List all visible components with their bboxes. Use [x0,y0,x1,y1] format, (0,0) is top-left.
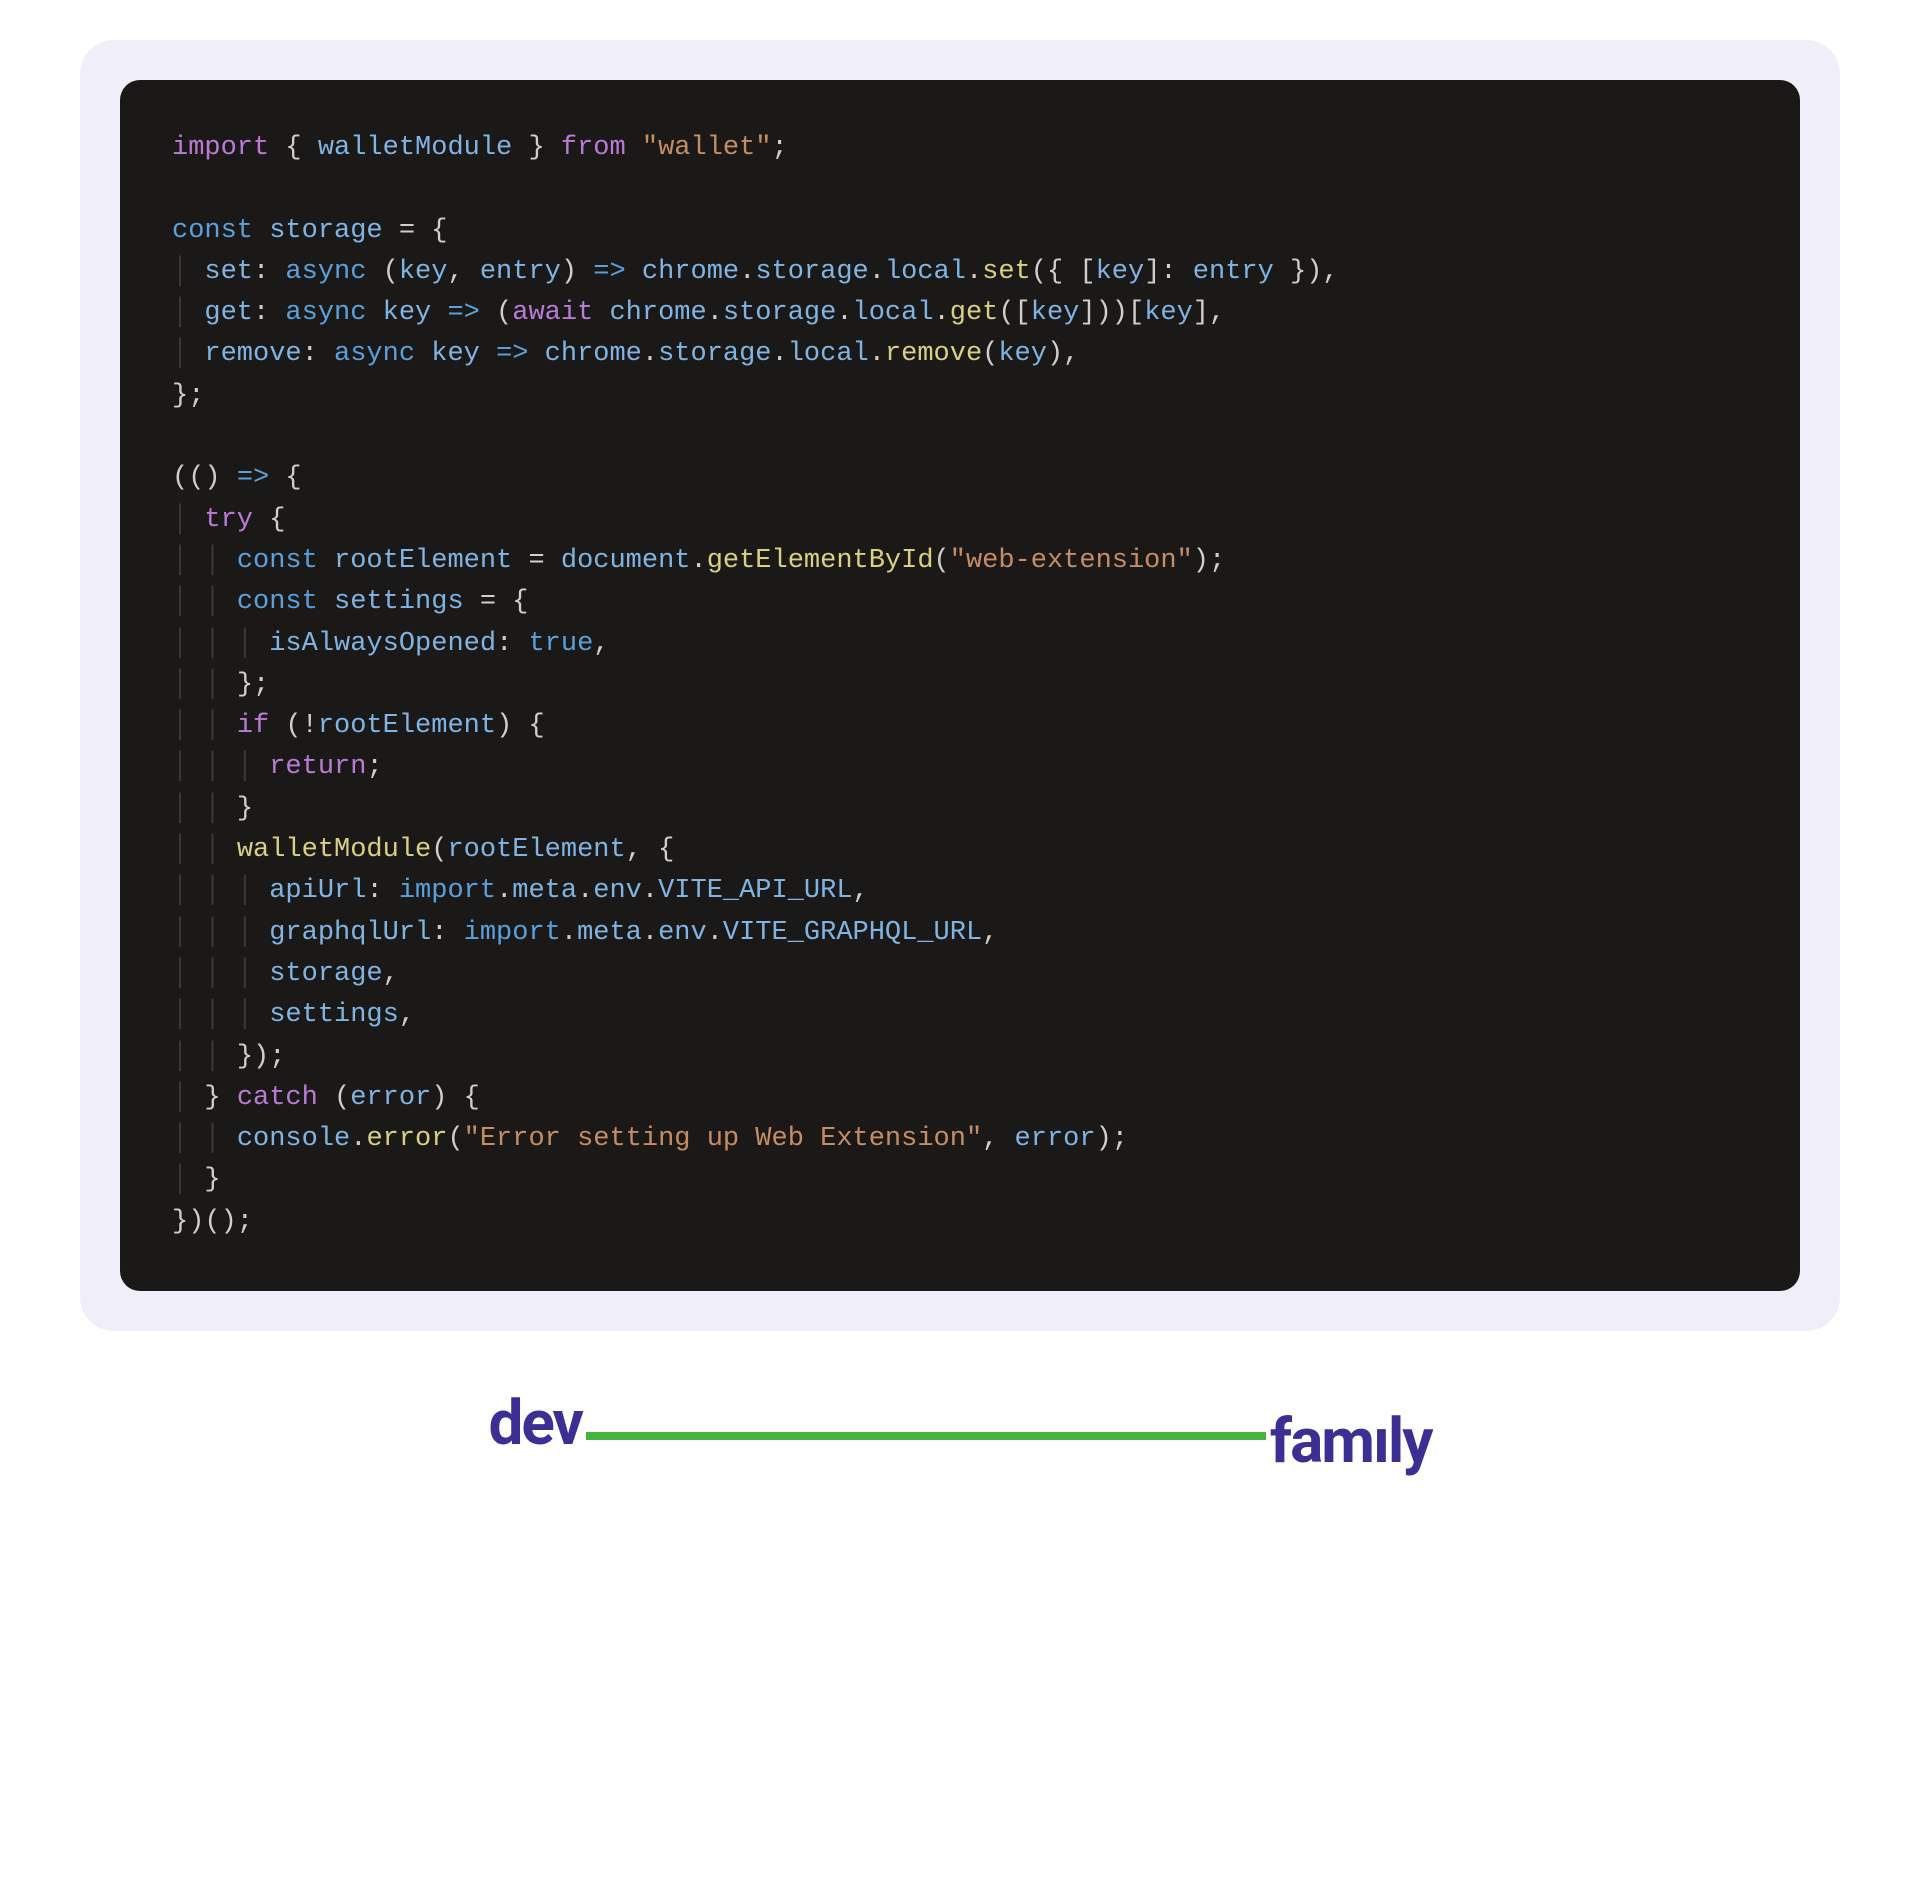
code-card: import { walletModule } from "wallet"; c… [80,40,1840,1331]
code-snippet[interactable]: import { walletModule } from "wallet"; c… [120,80,1800,1291]
logo-dev-text: dev [488,1387,581,1460]
logo-family-text: famıly [1270,1405,1432,1478]
brand-logo: dev famıly [488,1387,1431,1460]
logo-divider-line [586,1432,1266,1440]
